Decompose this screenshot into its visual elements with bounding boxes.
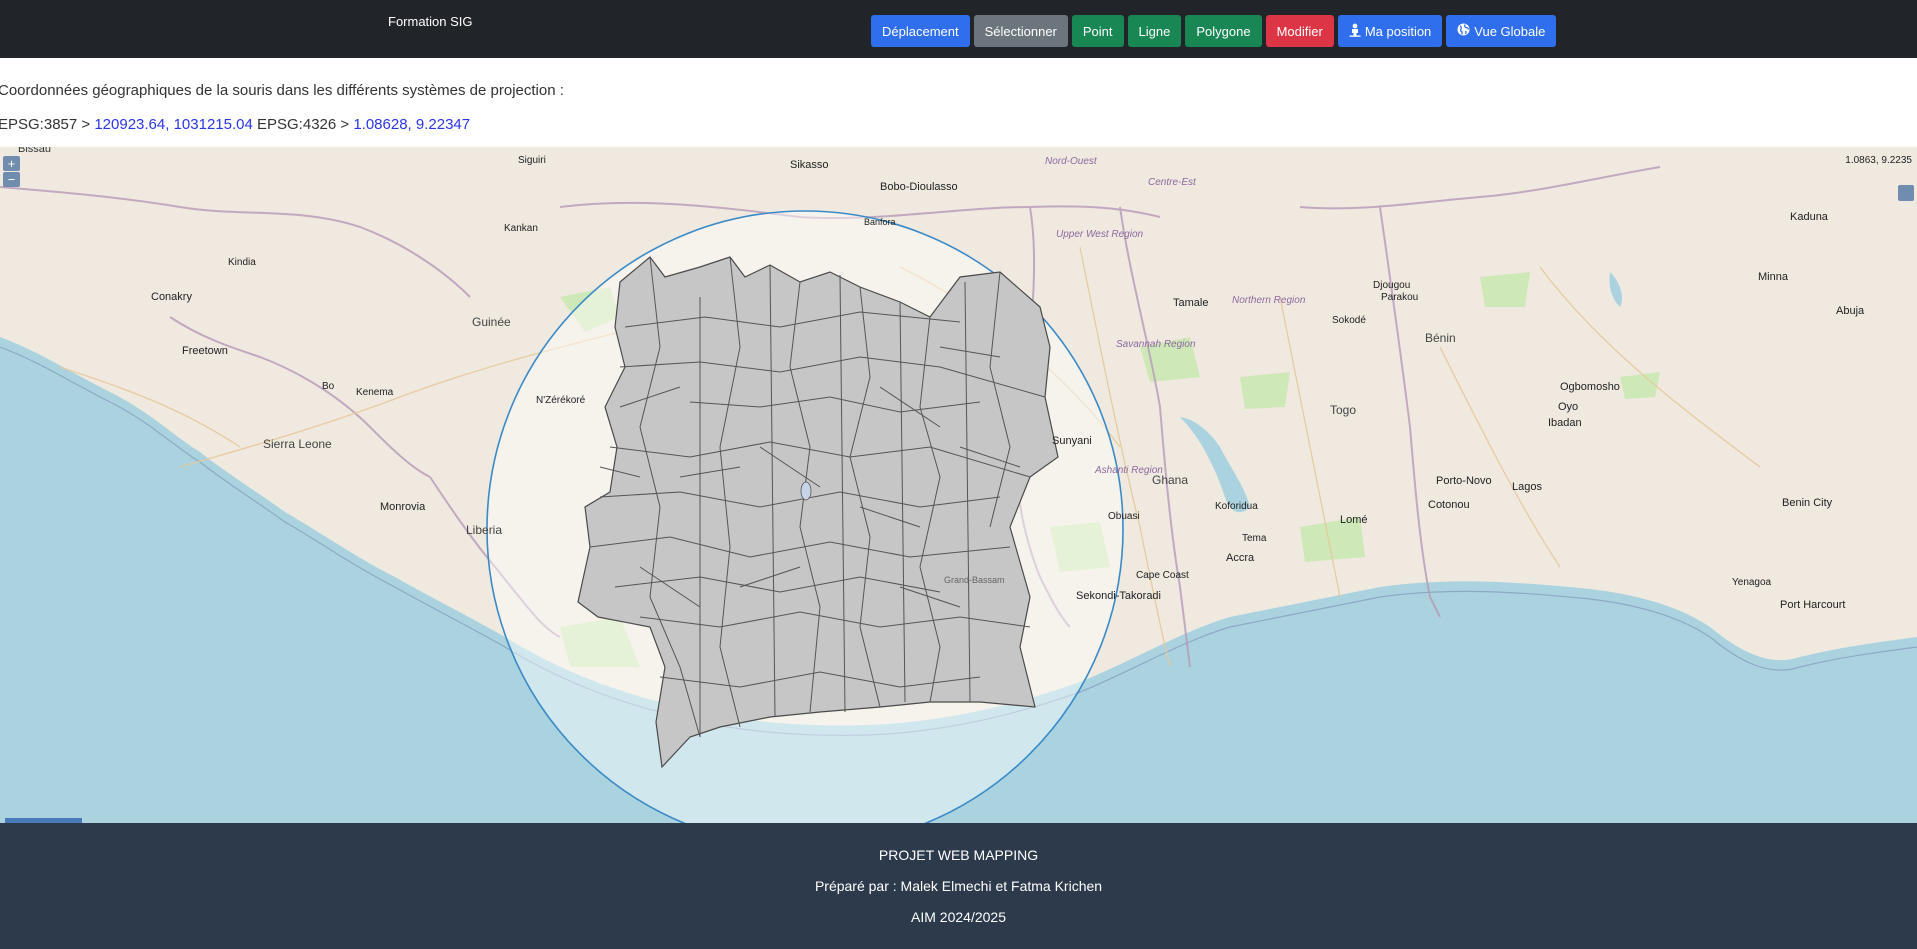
label-accra: Accra [1226,552,1255,564]
draw-point-button-label: Point [1082,23,1113,39]
draw-point-button[interactable]: Point [1071,15,1124,47]
label-benin-city: Benin City [1782,497,1833,509]
select-button[interactable]: Sélectionner [973,15,1068,47]
footer-title: PROJET WEB MAPPING [878,847,1039,863]
map-viewport[interactable]: Bissau Guinée Sierra Leone Liberia Ghana… [0,147,1917,823]
label-savannah-region: Savannah Region [1116,339,1196,350]
label-port-harcourt: Port Harcourt [1780,599,1846,611]
label-sierra-leone: Sierra Leone [263,437,332,451]
label-guinee: Guinée [472,315,511,329]
footer-authors: Préparé par : Malek Elmechi et Fatma Kri… [814,878,1103,894]
label-upper-west: Upper West Region [1056,229,1144,240]
label-obuasi: Obuasi [1108,511,1140,522]
label-freetown: Freetown [182,345,228,357]
rotate-reset-icon[interactable] [1898,185,1914,201]
coordinates-panel: Coordonnées géographiques de la souris d… [0,58,1917,147]
label-kenema: Kenema [356,387,394,398]
label-kaduna: Kaduna [1790,211,1828,223]
coordinates-readout: EPSG:3857 > 120923.64, 1031215.04 EPSG:4… [0,116,470,133]
label-lome: Lomé [1340,514,1368,526]
zoom-out-button[interactable]: − [3,172,20,187]
label-tamale: Tamale [1173,297,1209,309]
label-cotonou: Cotonou [1428,499,1470,511]
label-porto-novo: Porto-Novo [1436,475,1492,487]
epsg3857-value: 120923.64, 1031215.04 [94,116,253,133]
person-pin-icon [1349,23,1361,40]
label-bobo-dioulasso: Bobo-Dioulasso [880,181,958,193]
map-labels: Bissau Guinée Sierra Leone Liberia Ghana… [0,147,1917,823]
label-monrovia: Monrovia [380,501,426,513]
label-djougou: Djougou [1373,280,1411,291]
modify-button-label: Modifier [1276,23,1323,39]
label-grand-bassam: Grand-Bassam [944,575,1005,585]
label-centre-est: Centre-Est [1148,177,1196,188]
label-parakou: Parakou [1381,292,1419,303]
label-yenagoa: Yenagoa [1732,577,1772,588]
label-togo: Togo [1330,403,1357,417]
label-cape-coast: Cape Coast [1136,570,1189,581]
draw-line-button-label: Ligne [1138,23,1171,39]
global-view-button-label: Vue Globale [1474,23,1546,39]
label-ibadan: Ibadan [1548,417,1582,429]
label-liberia: Liberia [466,523,503,537]
mouse-position-readout: 1.0863, 9.2235 [1845,155,1912,166]
toolbar: Déplacement Sélectionner Point Ligne Pol… [871,15,1557,47]
label-kankan: Kankan [504,223,538,234]
my-position-button[interactable]: Ma position [1337,15,1443,47]
global-view-button[interactable]: Vue Globale [1446,15,1557,47]
label-koforidua: Koforidua [1215,501,1258,512]
footer-year: AIM 2024/2025 [911,909,1006,925]
epsg4326-label: EPSG:4326 > [252,116,354,133]
epsg3857-label: EPSG:3857 > [0,116,95,133]
label-northern-region: Northern Region [1232,295,1306,306]
label-sokode: Sokodé [1332,315,1366,326]
pan-button-label: Déplacement [882,23,959,39]
pan-button[interactable]: Déplacement [871,15,970,47]
label-abuja: Abuja [1836,305,1865,317]
draw-line-button[interactable]: Ligne [1127,15,1182,47]
label-lagos: Lagos [1512,481,1542,493]
label-sikasso: Sikasso [790,159,829,171]
select-button-label: Sélectionner [984,23,1057,39]
label-bissau: Bissau [18,147,52,155]
label-bo: Bo [322,381,335,392]
label-centre-ouest: Nord-Ouest [1045,156,1097,167]
zoom-in-button[interactable]: + [3,156,20,171]
brand-title[interactable]: Formation SIG [388,14,473,29]
label-minna: Minna [1758,271,1788,283]
modify-button[interactable]: Modifier [1265,15,1334,47]
epsg4326-value: 1.08628, 9.22347 [353,116,471,133]
label-conakry: Conakry [151,291,192,303]
label-ashanti: Ashanti Region [1095,465,1163,476]
draw-polygon-button-label: Polygone [1196,23,1251,39]
label-nzerekore: N'Zérékoré [536,395,586,406]
coordinates-intro: Coordonnées géographiques de la souris d… [0,82,564,99]
label-sekondi: Sekondi-Takoradi [1076,590,1161,602]
top-navbar: Formation SIG Déplacement Sélectionner P… [0,0,1917,58]
my-position-button-label: Ma position [1364,23,1432,39]
label-banfora: Banfora [864,217,896,227]
label-oyo: Oyo [1558,401,1579,413]
label-benin: Bénin [1425,331,1456,345]
draw-polygon-button[interactable]: Polygone [1185,15,1262,47]
label-kindia: Kindia [228,257,256,268]
label-sunyani: Sunyani [1052,435,1092,447]
globe-icon [1457,23,1470,39]
label-tema: Tema [1242,533,1267,544]
label-siguiri: Siguiri [518,155,546,166]
label-ogbomosho: Ogbomosho [1560,381,1620,393]
footer: PROJET WEB MAPPING Préparé par : Malek E… [0,823,1917,949]
